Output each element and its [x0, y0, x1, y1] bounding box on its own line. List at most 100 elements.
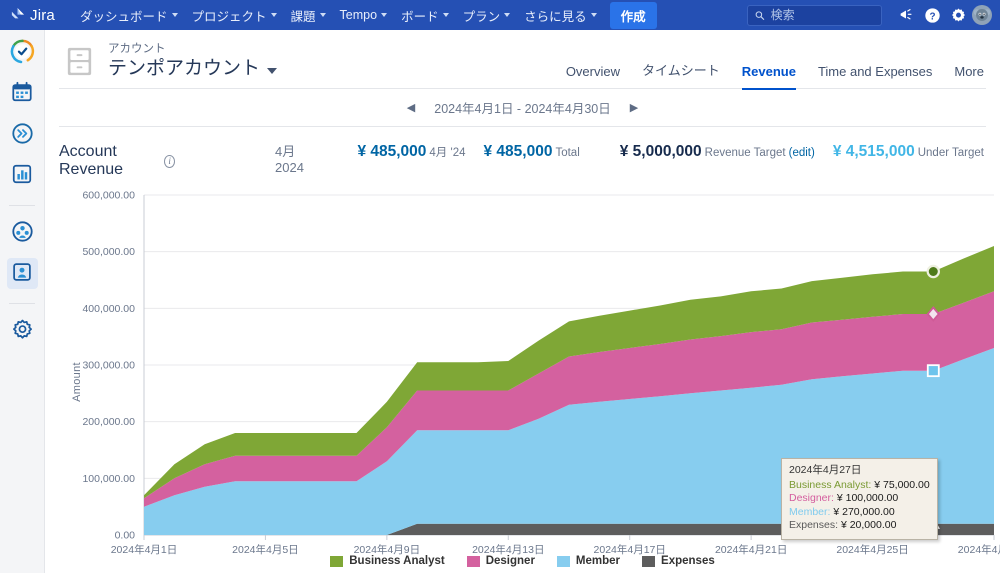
tooltip-key: Member:: [789, 506, 830, 518]
legend-label: Designer: [486, 555, 535, 567]
sidebar-item-settings[interactable]: [7, 315, 38, 346]
nav-item-label: プラン: [463, 6, 501, 25]
legend-label: Expenses: [661, 555, 715, 567]
megaphone-icon[interactable]: [894, 3, 918, 27]
summary-target-amount: ¥ 5,000,000: [620, 143, 702, 160]
svg-text:400,000.00: 400,000.00: [82, 303, 135, 315]
chevron-down-icon: [267, 68, 277, 74]
section-title-text: Account Revenue: [59, 143, 159, 179]
legend-item-member[interactable]: Member: [557, 555, 620, 567]
svg-text:600,000.00: 600,000.00: [82, 190, 135, 202]
tooltip-row-designer: Designer: ¥ 100,000.00: [789, 492, 930, 506]
revenue-area-chart: Amount 0.00100,000.00200,000.00300,000.0…: [59, 187, 986, 577]
svg-text:200,000.00: 200,000.00: [82, 416, 135, 428]
page-content: アカウント テンポアカウント Overview タイムシート Revenue T…: [45, 30, 1000, 573]
legend-swatch: [330, 556, 343, 567]
search-box[interactable]: [747, 5, 882, 26]
tooltip-row-expenses: Expenses: ¥ 20,000.00: [789, 519, 930, 533]
breadcrumb[interactable]: アカウント: [108, 42, 277, 57]
account-cabinet-icon: [63, 45, 96, 78]
info-icon[interactable]: i: [164, 155, 175, 168]
revenue-summary-row: Account Revenue i 4月 2024 ¥ 485,0004月 '2…: [45, 127, 1000, 183]
section-title: Account Revenue i: [59, 143, 175, 179]
nav-item-tempo[interactable]: Tempo: [333, 4, 395, 26]
svg-text:500,000.00: 500,000.00: [82, 246, 135, 258]
tooltip-key: Designer:: [789, 492, 834, 504]
teams-icon: [11, 220, 34, 246]
nav-item-label: ダッシュボード: [80, 6, 168, 25]
accounts-person-icon: [11, 261, 33, 286]
tab-time-and-expenses[interactable]: Time and Expenses: [818, 64, 932, 90]
previous-period-button[interactable]: ◀: [402, 99, 420, 116]
calendar-icon: [11, 81, 33, 106]
search-input[interactable]: [771, 8, 874, 22]
svg-text:100,000.00: 100,000.00: [82, 473, 135, 485]
tooltip-value: ¥ 100,000.00: [837, 492, 898, 504]
nav-item-label: ボード: [401, 6, 439, 25]
tempo-logo-icon: [10, 39, 35, 67]
tooltip-row-business-analyst: Business Analyst: ¥ 75,000.00: [789, 479, 930, 493]
sidebar-item-teams[interactable]: [7, 217, 38, 248]
nav-item-plans[interactable]: プラン: [456, 2, 518, 29]
jira-logo-icon: [10, 8, 25, 23]
legend-label: Business Analyst: [349, 555, 444, 567]
settings-gear-icon: [11, 318, 34, 344]
nav-item-label: プロジェクト: [192, 6, 267, 25]
top-navigation-bar: Jira ダッシュボード プロジェクト 課題 Tempo ボード プラン さらに…: [0, 0, 1000, 30]
svg-text:?: ?: [929, 11, 935, 22]
tooltip-key: Business Analyst:: [789, 479, 871, 491]
sidebar-item-accounts[interactable]: [7, 258, 38, 289]
chart-legend: Business Analyst Designer Member Expense…: [45, 555, 1000, 567]
summary-target-label: Revenue Target: [705, 147, 786, 159]
tab-overview[interactable]: Overview: [566, 64, 620, 90]
chevron-down-icon: [504, 13, 510, 17]
avatar[interactable]: [972, 5, 992, 25]
page-title[interactable]: テンポアカウント: [108, 57, 277, 81]
summary-under-target-label: Under Target: [918, 147, 984, 159]
summary-month: 4月 2024: [275, 141, 317, 175]
legend-swatch: [467, 556, 480, 567]
tab-revenue[interactable]: Revenue: [742, 64, 796, 90]
nav-item-projects[interactable]: プロジェクト: [185, 2, 284, 29]
left-sidebar-rail: [0, 30, 45, 573]
summary-total-group: ¥ 485,000Total: [483, 143, 579, 161]
top-navigation-right: ?: [747, 3, 992, 27]
nav-item-more[interactable]: さらに見る: [517, 2, 604, 29]
jira-logo[interactable]: Jira: [10, 7, 55, 24]
help-icon[interactable]: ?: [920, 3, 944, 27]
sidebar-divider: [9, 303, 35, 304]
page-header: アカウント テンポアカウント Overview タイムシート Revenue T…: [45, 30, 1000, 88]
summary-total-amount: ¥ 485,000: [483, 143, 552, 160]
sidebar-divider: [9, 205, 35, 206]
chevron-down-icon: [443, 13, 449, 17]
search-icon: [755, 10, 765, 21]
edit-revenue-target-link[interactable]: (edit): [789, 147, 815, 159]
summary-total-label: Total: [555, 147, 579, 159]
summary-month-amount-group: ¥ 485,0004月 '24: [357, 143, 465, 161]
sidebar-item-calendar[interactable]: [7, 78, 38, 109]
tooltip-value: ¥ 270,000.00: [833, 506, 894, 518]
page-tabs: Overview タイムシート Revenue Time and Expense…: [566, 38, 984, 90]
page-title-text: テンポアカウント: [108, 57, 260, 81]
tab-more[interactable]: More: [954, 64, 984, 90]
nav-item-issues[interactable]: 課題: [284, 2, 333, 29]
nav-item-label: 課題: [291, 6, 316, 25]
tooltip-row-member: Member: ¥ 270,000.00: [789, 506, 930, 520]
jira-logo-text: Jira: [30, 7, 55, 24]
settings-icon[interactable]: [946, 3, 970, 27]
legend-item-business-analyst[interactable]: Business Analyst: [330, 555, 444, 567]
sidebar-item-tempo-logo[interactable]: [7, 37, 38, 68]
create-button[interactable]: 作成: [610, 2, 657, 29]
legend-item-expenses[interactable]: Expenses: [642, 555, 715, 567]
date-range-navigator: ◀ 2024年4月1日 - 2024年4月30日 ▶: [59, 89, 986, 127]
sidebar-item-reports[interactable]: [7, 160, 38, 191]
summary-month-amount: ¥ 485,000: [357, 143, 426, 160]
legend-item-designer[interactable]: Designer: [467, 555, 535, 567]
next-period-button[interactable]: ▶: [625, 99, 643, 116]
legend-swatch: [642, 556, 655, 567]
legend-label: Member: [576, 555, 620, 567]
sidebar-item-expand[interactable]: [7, 119, 38, 150]
nav-item-dashboards[interactable]: ダッシュボード: [73, 2, 185, 29]
nav-item-boards[interactable]: ボード: [394, 2, 456, 29]
tab-timesheet[interactable]: タイムシート: [642, 60, 720, 90]
